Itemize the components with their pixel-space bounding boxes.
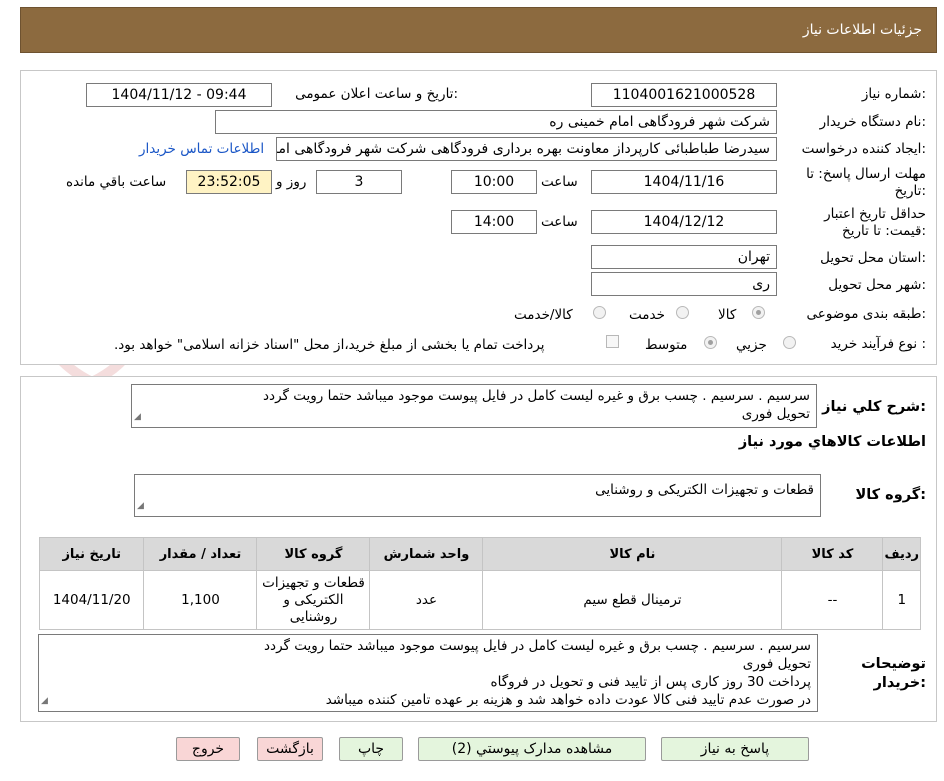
process-option-small: جزیي [736,337,767,353]
col-name: نام کالا [482,537,783,571]
cell-name: ترمینال قطع سیم [482,570,783,630]
cell-date: 1404/11/20 [38,570,145,630]
buyer-notes-label: توضیحات [861,656,926,672]
treasury-payment-checkbox[interactable] [606,335,619,348]
col-unit: واحد شمارش [369,537,484,571]
table-header-row: ردیف کد کالا نام کالا واحد شمارش گروه کا… [38,537,921,571]
process-radio-medium[interactable] [704,336,717,349]
cell-group-line-3: روشنایی [289,608,338,625]
buyer-notes-label-2: خریدار: [873,675,926,691]
view-attachments-button[interactable]: مشاهده مدارک پیوستي (2) [418,737,646,761]
contact-info-link[interactable]: اطلاعات تماس خریدار [139,141,264,157]
days-label: روز و [276,174,307,190]
summary-line-2: تحویل فوری [741,406,810,422]
resize-grip-icon[interactable]: ◢ [137,497,144,515]
validity-label: حداقل تاریخ اعتبار [824,206,926,222]
deadline-time-field[interactable]: 10:00 [451,170,537,194]
announce-field[interactable]: 1404/11/12 - 09:44 [86,83,272,107]
page-header: جزئیات اطلاعات نیاز [20,7,937,53]
creator-field[interactable]: سیدرضا طباطبائی کارپرداز معاونت بهره برد… [276,137,777,161]
back-button[interactable]: بازگشت [257,737,323,761]
buyer-org-field[interactable]: شرکت شهر فرودگاهی امام خمینی ره [215,110,777,134]
deadline-label: مهلت ارسال پاسخ: تا [806,166,926,182]
goods-group-value: قطعات و تجهیزات الکتریکی و روشنایی [595,482,814,498]
category-label: طبقه بندی موضوعی: [806,306,926,322]
process-option-medium: متوسط [645,337,688,353]
page-title: جزئیات اطلاعات نیاز [802,22,922,38]
summary-textarea[interactable]: سرسیم . سرسیم . چسب برق و غیره لیست کامل… [131,384,817,428]
cell-group: قطعات و تجهیزات الکتریکی و روشنایی [256,570,371,630]
buyer-org-label: نام دستگاه خریدار: [819,114,926,130]
cell-row: 1 [882,570,921,630]
category-option-both: کالا/خدمت [514,307,573,323]
category-radio-service[interactable] [676,306,689,319]
city-field[interactable]: ری [591,272,777,296]
col-code: کد کالا [781,537,884,571]
buyer-note-line-2: تحویل فوری [742,656,811,672]
validity-label-2: قیمت: تا تاریخ: [841,223,926,239]
treasury-payment-note: پرداخت تمام یا بخشی از مبلغ خرید،از محل … [114,337,545,353]
table-row[interactable]: 1 -- ترمینال قطع سیم عدد قطعات و تجهیزات… [38,570,921,630]
category-option-goods: کالا [718,307,737,323]
category-option-service: خدمت [629,307,665,323]
creator-label: ایجاد کننده درخواست: [801,141,926,157]
items-table: ردیف کد کالا نام کالا واحد شمارش گروه کا… [38,537,921,630]
province-field[interactable]: تهران [591,245,777,269]
province-label: استان محل تحویل: [820,250,926,266]
goods-info-title: اطلاعات کالاهاي مورد نياز [738,434,926,450]
print-button[interactable]: چاپ [339,737,403,761]
goods-group-label: گروه کالا: [855,487,926,503]
cell-unit: عدد [369,570,484,630]
process-label: نوع فرآیند خرید : [830,336,926,352]
col-row: ردیف [882,537,921,571]
need-number-label: شماره نیاز: [861,86,926,102]
validity-time-field[interactable]: 14:00 [451,210,537,234]
cell-code: -- [781,570,884,630]
buyer-note-line-4: در صورت عدم تایید فنی کالا عودت داده خوا… [325,692,811,708]
category-radio-goods[interactable] [752,306,765,319]
resize-grip-icon[interactable]: ◢ [134,408,141,426]
resize-grip-icon[interactable]: ◢ [41,692,48,710]
city-label: شهر محل تحویل: [828,277,926,293]
need-number-field[interactable]: 1104001621000528 [591,83,777,107]
cell-group-line-1: قطعات و تجهیزات [262,574,365,591]
buyer-notes-textarea[interactable]: سرسیم . سرسیم . چسب برق و غیره لیست کامل… [38,634,818,712]
announce-label: تاریخ و ساعت اعلان عمومی: [295,86,458,102]
cell-qty: 1,100 [143,570,258,630]
category-radio-both[interactable] [593,306,606,319]
buyer-note-line-1: سرسیم . سرسیم . چسب برق و غیره لیست کامل… [264,638,811,654]
summary-line-1: سرسیم . سرسیم . چسب برق و غیره لیست کامل… [263,388,810,404]
goods-group-textarea[interactable]: قطعات و تجهیزات الکتریکی و روشنایی ◢ [134,474,821,517]
summary-label: شرح کلي نياز: [822,399,926,415]
exit-button[interactable]: خروج [176,737,240,761]
buyer-note-line-3: پرداخت 30 روز کاری پس از تایید فنی و تحو… [490,674,811,690]
col-qty: تعداد / مقدار [143,537,258,571]
cell-group-line-2: الکتریکی و [283,591,344,608]
deadline-date-field[interactable]: 1404/11/16 [591,170,777,194]
deadline-time-label: ساعت [541,174,578,190]
remaining-label: ساعت باقي مانده [66,174,167,190]
col-date: تاریخ نیاز [38,537,145,571]
validity-date-field[interactable]: 1404/12/12 [591,210,777,234]
process-radio-small[interactable] [783,336,796,349]
deadline-label-2: تاریخ: [894,183,926,199]
validity-time-label: ساعت [541,214,578,230]
col-group: گروه کالا [256,537,371,571]
days-field[interactable]: 3 [316,170,402,194]
reply-button[interactable]: پاسخ به نیاز [661,737,809,761]
remaining-time-field: 23:52:05 [186,170,272,194]
